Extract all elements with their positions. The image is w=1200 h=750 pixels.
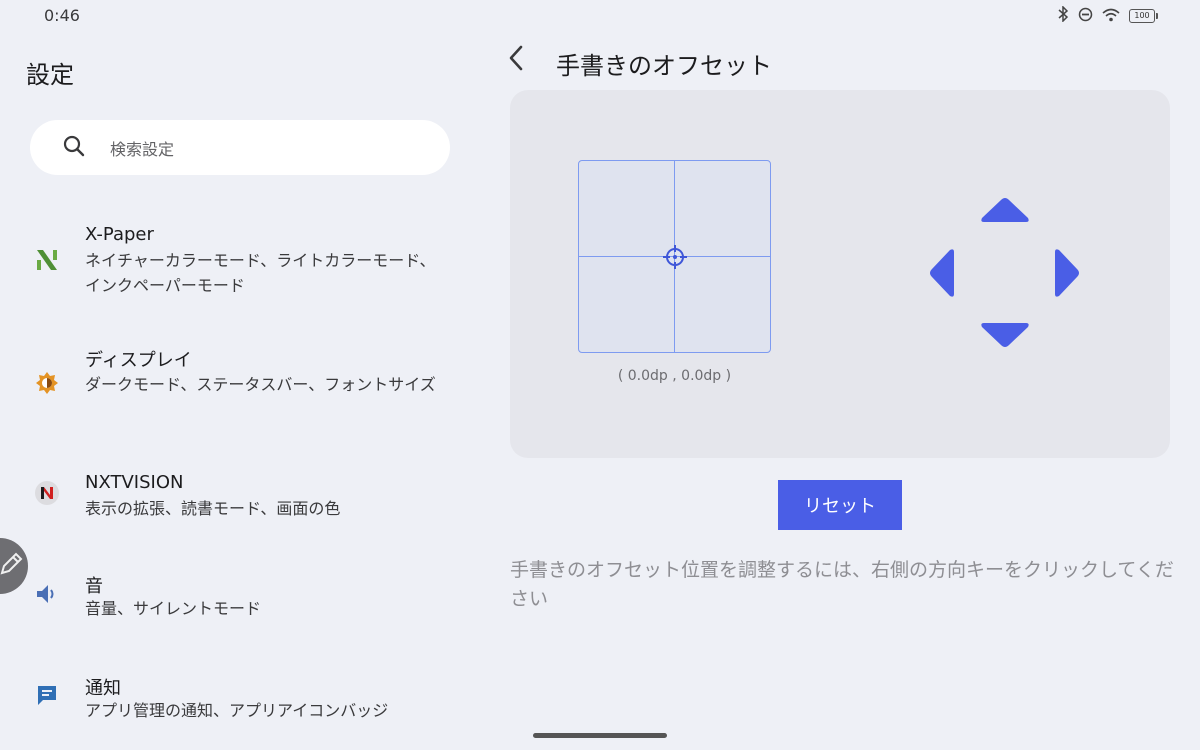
battery-level: 100: [1129, 9, 1155, 23]
do-not-disturb-icon: [1078, 7, 1093, 26]
brightness-icon: [34, 370, 60, 396]
sidebar-item-label: X-Paper: [85, 224, 154, 245]
reset-button[interactable]: リセット: [778, 480, 902, 530]
sidebar-item-x-paper[interactable]: X-Paper ネイチャーカラーモード、ライトカラーモード、インクペーパーモード: [0, 222, 460, 312]
sidebar-item-subtitle: ネイチャーカラーモード、ライトカラーモード、インクペーパーモード: [85, 251, 436, 295]
settings-title: 設定: [26, 61, 74, 89]
sidebar-item-notifications[interactable]: 通知 アプリ管理の通知、アプリアイコンバッジ: [0, 672, 460, 732]
navigation-handle[interactable]: [533, 733, 667, 738]
notification-icon: [34, 682, 60, 708]
arrow-right-button[interactable]: [1053, 248, 1081, 298]
search-icon: [62, 134, 86, 162]
sidebar-item-label: 音: [85, 576, 103, 597]
chevron-left-icon: [508, 45, 524, 75]
crosshair-icon: [663, 245, 687, 269]
sidebar-item-display[interactable]: ディスプレイ ダークモード、ステータスバー、フォントサイズ: [0, 346, 460, 436]
sidebar-item-label: 通知: [85, 678, 121, 699]
arrow-up-button[interactable]: [980, 196, 1030, 224]
sidebar-item-sound[interactable]: 音 音量、サイレントモード: [0, 570, 460, 630]
battery-icon: 100: [1129, 9, 1158, 23]
bluetooth-icon: [1058, 5, 1069, 26]
sidebar-item-subtitle: 表示の拡張、読書モード、画面の色: [85, 499, 341, 518]
offset-grid: [578, 160, 771, 353]
status-time: 0:46: [44, 6, 80, 25]
sidebar-item-subtitle: 音量、サイレントモード: [85, 599, 262, 618]
sidebar-item-label: NXTVISION: [85, 472, 184, 493]
x-paper-icon: [34, 247, 60, 273]
instruction-text: 手書きのオフセット位置を調整するには、右側の方向キーをクリックしてください: [510, 559, 1174, 610]
nxtvision-icon: [34, 480, 60, 506]
pen-icon: [0, 551, 24, 581]
sidebar-item-nxtvision[interactable]: NXTVISION 表示の拡張、読書モード、画面の色: [0, 470, 460, 530]
search-placeholder: 検索設定: [110, 139, 175, 159]
arrow-down-button[interactable]: [980, 321, 1030, 349]
wifi-icon: [1102, 7, 1120, 26]
status-icons: 100: [1058, 5, 1158, 26]
sidebar-item-subtitle: ダークモード、ステータスバー、フォントサイズ: [85, 375, 436, 394]
sidebar-item-subtitle: アプリ管理の通知、アプリアイコンバッジ: [85, 701, 389, 720]
sidebar-item-label: ディスプレイ: [85, 350, 192, 371]
offset-coordinates: ( 0.0dp , 0.0dp ): [617, 368, 732, 384]
search-input[interactable]: 検索設定: [30, 120, 450, 175]
back-button[interactable]: [500, 44, 532, 76]
page-title: 手書きのオフセット: [556, 52, 772, 80]
arrow-left-button[interactable]: [928, 248, 956, 298]
offset-panel: ( 0.0dp , 0.0dp ): [510, 90, 1170, 458]
speaker-icon: [34, 581, 60, 607]
